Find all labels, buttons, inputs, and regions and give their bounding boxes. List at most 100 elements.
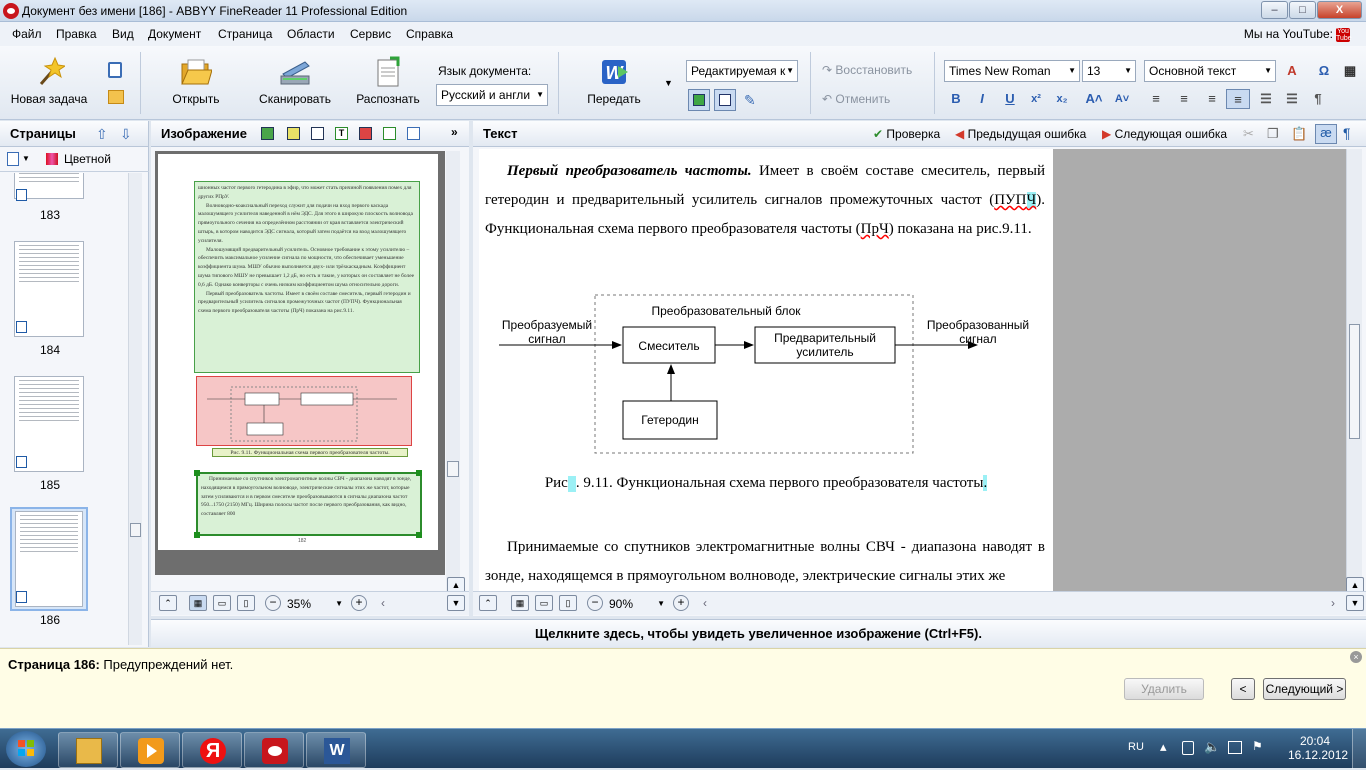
fit-width-icon[interactable]: ▭ [213,595,231,611]
numbering-icon[interactable]: ☰ [1282,89,1302,109]
scroll-left-icon[interactable]: ‹ [381,596,385,610]
menu-document[interactable]: Документ [148,27,201,41]
text-view-icon[interactable] [714,89,736,111]
grid-tool-icon[interactable] [407,127,420,140]
paragraph-style-select[interactable]: Основной текст ▼ [1144,60,1276,82]
align-justify-icon[interactable]: ≡ [1226,89,1250,109]
zoom-in-icon[interactable]: + [673,595,689,611]
menu-page[interactable]: Страница [218,27,272,41]
underline-icon[interactable]: U [1000,89,1020,109]
recognize-button[interactable]: Распознать [350,56,426,106]
picture-area[interactable] [196,376,412,446]
menu-tools[interactable]: Сервис [350,27,391,41]
taskbar-finereader[interactable] [244,732,304,768]
action-center-icon[interactable]: ⚑ [1252,739,1263,753]
font-size-select[interactable]: 13 ▼ [1082,60,1136,82]
fit-height-icon[interactable]: ▯ [237,595,255,611]
network-icon[interactable] [1228,741,1242,754]
volume-icon[interactable]: 🔈 [1204,739,1220,755]
new-document-icon[interactable] [108,62,122,78]
send-button[interactable]: W Передать [578,56,650,106]
align-left-icon[interactable]: ≡ [1146,89,1166,109]
taskbar-explorer[interactable] [58,732,118,768]
font-select[interactable]: Times New Roman ▼ [944,60,1080,82]
scroll-down-icon[interactable]: ▼ [447,595,465,611]
italic-icon[interactable]: I [972,89,992,109]
zoom-in-icon[interactable]: + [351,595,367,611]
picture-area-icon[interactable] [311,127,324,140]
fit-width-icon[interactable]: ▭ [535,595,553,611]
finereader-app-icon[interactable] [3,3,19,19]
format-mode-select[interactable]: Редактируемая к ▼ [686,60,798,82]
grow-font-icon[interactable]: A˄ [1084,89,1104,109]
indent-icon[interactable]: ☰ [1256,89,1276,109]
text-editor[interactable]: Первый преобразователь частоты. Имеет в … [479,149,1053,591]
next-warning-button[interactable]: Следующий > [1263,678,1346,700]
image-viewport[interactable]: шионных частот первого гетеродина в эфир… [155,151,445,575]
subscript-icon[interactable]: x₂ [1052,89,1072,109]
text-area-icon[interactable] [287,127,300,140]
collapse-panel-icon[interactable]: ⌃ [479,595,497,611]
image-scrollbar[interactable] [446,151,460,591]
menu-help[interactable]: Справка [406,27,453,41]
selection-handle[interactable] [194,532,200,538]
fit-height-icon[interactable]: ▯ [559,595,577,611]
next-error-button[interactable]: ▶ Следующая ошибка [1102,127,1227,141]
collapse-panel-icon[interactable]: ⌃ [159,595,177,611]
paragraph-mark-icon[interactable]: ¶ [1308,89,1328,109]
page-view-icon[interactable] [7,152,19,166]
paste-icon[interactable]: 📋 [1291,126,1307,142]
menu-edit[interactable]: Правка [56,27,97,41]
new-task-button[interactable]: Новая задача [8,56,90,106]
paragraph-2[interactable]: Принимаемые со спутников электромагнитны… [485,533,1045,591]
expand-panel-icon[interactable]: » [451,125,458,139]
align-right-icon[interactable]: ≡ [1202,89,1222,109]
text-scrollbar[interactable] [1346,149,1362,591]
table-tool-icon[interactable] [383,127,396,140]
shrink-font-icon[interactable]: A˅ [1112,89,1132,109]
superscript-icon[interactable]: x² [1026,89,1046,109]
figure-caption[interactable]: Рис . 9.11. Функциональная схема первого … [479,469,1053,498]
function-diagram[interactable]: Преобразовательный блок Преобразуемый си… [493,289,1049,461]
bold-icon[interactable]: B [946,89,966,109]
send-dropdown-icon[interactable]: ▼ [664,78,673,88]
cut-icon[interactable]: ✂ [1243,126,1254,142]
image-tool-icon[interactable] [359,127,372,140]
scroll-left-icon[interactable]: ‹ [703,596,707,610]
page-down-icon[interactable]: ⇩ [120,126,132,143]
selection-handle[interactable] [194,470,200,476]
usb-device-icon[interactable] [1182,741,1194,755]
clock[interactable]: 20:04 16.12.2012 [1288,734,1348,762]
layout-view-icon[interactable] [688,89,710,111]
scan-button[interactable]: Сканировать [252,56,338,106]
scroll-right-icon[interactable]: › [1331,596,1335,610]
selection-handle[interactable] [416,470,422,476]
taskbar-yandex-browser[interactable]: Я [182,732,242,768]
selection-handle[interactable] [416,532,422,538]
scroll-down-icon[interactable]: ▼ [1346,595,1364,611]
spelling-error-word[interactable]: ПрЧ [861,221,889,237]
pages-scrollbar[interactable] [128,173,142,645]
zoom-out-icon[interactable]: − [265,595,281,611]
menu-areas[interactable]: Области [287,27,335,41]
text-block-area[interactable]: шионных частот первого гетеродина в эфир… [194,181,420,373]
menu-file[interactable]: Файл [12,27,42,41]
more-icon[interactable]: ▦ [1340,61,1360,81]
spelling-error-word[interactable]: ПУПЧ [994,192,1037,208]
scrollbar-thumb[interactable] [1349,324,1360,439]
show-desktop-button[interactable] [1352,729,1366,769]
taskbar-media-player[interactable] [120,732,180,768]
copy-icon[interactable] [108,90,124,104]
selected-text-area[interactable]: Принимаемые со спутников электромагнитны… [196,472,422,536]
menu-view[interactable]: Вид [112,27,134,41]
scrollbar-thumb[interactable] [447,461,459,477]
fit-page-icon[interactable]: ▦ [511,595,529,611]
close-button[interactable]: X [1317,1,1362,19]
close-icon[interactable]: × [1350,651,1362,663]
page-up-icon[interactable]: ⇧ [96,126,108,143]
start-button[interactable] [6,731,46,767]
previous-error-button[interactable]: ◀ Предыдущая ошибка [955,127,1086,141]
text-zoom-select[interactable]: 90% ▼ [607,594,667,614]
fit-page-icon[interactable]: ▦ [189,595,207,611]
tray-expand-icon[interactable]: ▴ [1160,739,1167,755]
